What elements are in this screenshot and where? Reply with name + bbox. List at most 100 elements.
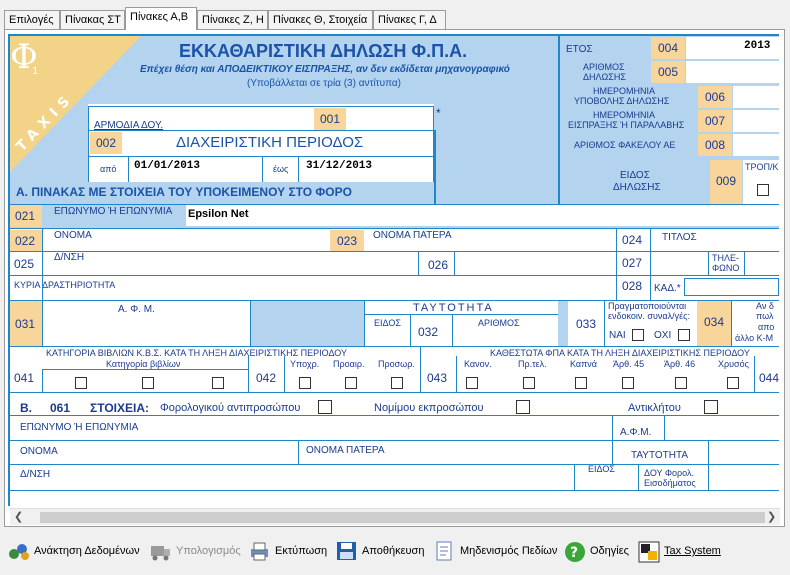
dnsi-label: Δ/ΝΣΗ	[54, 252, 85, 263]
arithmos-input[interactable]	[686, 61, 779, 83]
hm-ypovolis-input[interactable]	[733, 86, 779, 108]
kad-input[interactable]	[684, 278, 779, 296]
forologikou-checkbox[interactable]	[318, 400, 332, 414]
trop-checkbox[interactable]	[757, 184, 769, 196]
antiklitou-checkbox[interactable]	[704, 400, 718, 414]
code-021: 021	[8, 205, 42, 227]
save-button[interactable]: Αποθήκευση	[336, 538, 424, 564]
right-note-3: απο	[758, 322, 775, 332]
b-tautotita-label: ΤΑΥΤΟΤΗΤΑ	[631, 450, 689, 461]
tab-pinakes-g-d[interactable]: Πίνακες Γ, Δ	[373, 10, 446, 30]
section-b-letter: Β.	[20, 401, 32, 415]
prosor-checkbox[interactable]	[391, 377, 403, 389]
print-button[interactable]: Εκτύπωση	[249, 538, 327, 564]
tilefono-label-2: ΦΩΝΟ	[712, 263, 740, 273]
code-024: 024	[622, 233, 643, 247]
print-icon	[249, 541, 269, 561]
code-028: 028	[622, 279, 643, 293]
katigoria-checkbox-1[interactable]	[75, 377, 87, 389]
b-afm-label: Α.Φ.Μ.	[620, 427, 652, 438]
eponymo-input[interactable]	[186, 204, 779, 226]
code-041: 041	[14, 371, 35, 385]
scroll-right-icon[interactable]: ❯	[767, 510, 776, 523]
forologikou-label: Φορολογικού αντιπροσώπου	[160, 402, 301, 414]
onoma-patera-label: ΟΝΟΜΑ ΠΑΤΕΡΑ	[373, 230, 452, 241]
nomimou-label: Νομίμου εκπροσώπου	[374, 402, 484, 414]
proair-checkbox[interactable]	[345, 377, 357, 389]
tab-pinakes-z-h[interactable]: Πίνακες Ζ, Η	[197, 10, 268, 30]
to-value[interactable]: 31/12/2013	[306, 160, 372, 172]
arth46-label: Άρθ. 46	[664, 359, 696, 369]
katigoria-label: Κατηγορία βιβλίων	[106, 359, 181, 369]
retrieve-data-icon	[8, 541, 29, 561]
hm-eispraxis-label-2: ΕΙΣΠΡΑΞΗΣ Ή ΠΑΡΑΛΑΒΗΣ	[568, 120, 685, 130]
tab-pinakes-a-b[interactable]: Πίνακες Α,Β	[125, 7, 197, 30]
eidos-label-2: ΔΗΛΩΣΗΣ	[613, 182, 661, 193]
code-025: 025	[14, 257, 35, 271]
fakelos-input[interactable]	[733, 134, 779, 156]
hm-ypovolis-label-1: ΗΜΕΡΟΜΗΝΙΑ	[593, 86, 656, 96]
tax-system-button[interactable]: Tax System	[638, 538, 721, 564]
tautotita-label: ΤΑΥΤΟΤΗΤΑ	[413, 302, 494, 314]
tilefono-label-1: ΤΗΛΕ-	[712, 253, 740, 263]
arithmos-label-1: ΑΡΙΘΜΟΣ	[583, 62, 625, 72]
tab-pinakes-th-stoixeia[interactable]: Πίνακες Θ, Στοιχεία	[268, 10, 373, 30]
katigoria-checkbox-3[interactable]	[212, 377, 224, 389]
scroll-thumb[interactable]	[40, 512, 765, 523]
sep-bg	[558, 301, 568, 346]
oxi-checkbox[interactable]	[678, 329, 690, 341]
arth45-checkbox[interactable]	[622, 377, 634, 389]
arithmos-label-2: ΔΗΛΩΣΗΣ	[583, 72, 626, 82]
code-009: 009	[710, 160, 742, 204]
code-022: 022	[8, 230, 42, 252]
arth46-checkbox[interactable]	[675, 377, 687, 389]
right-note-1: Αν δ	[756, 301, 774, 311]
hm-eispraxis-input[interactable]	[733, 110, 779, 132]
tax-system-icon	[638, 541, 660, 563]
clear-fields-label: Μηδενισμός Πεδίων	[460, 545, 558, 557]
retrieve-data-button[interactable]: Ανάκτηση Δεδομένων	[8, 538, 140, 564]
hm-eispraxis-label-1: ΗΜΕΡΟΜΗΝΙΑ	[593, 110, 656, 120]
arth45-label: Άρθ. 45	[613, 359, 645, 369]
svg-text:?: ?	[570, 545, 578, 561]
b-eidos-label: ΕΙΔΟΣ	[588, 464, 615, 474]
eidos-tautotitas-label: ΕΙΔΟΣ	[374, 318, 401, 328]
code-026: 026	[428, 258, 449, 272]
hm-ypovolis-label-2: ΥΠΟΒΟΛΗΣ ΔΗΛΩΣΗΣ	[574, 96, 670, 106]
tab-options[interactable]: Επιλογές	[4, 10, 60, 30]
calculate-label: Υπολογισμός	[176, 545, 241, 557]
section-a-title: Α. ΠΙΝΑΚΑΣ ΜΕ ΣΤΟΙΧΕΙΑ ΤΟΥ ΥΠΟΚΕΙΜΕΝΟΥ Σ…	[16, 185, 352, 199]
retrieve-data-label: Ανάκτηση Δεδομένων	[34, 545, 140, 557]
kapna-checkbox[interactable]	[575, 377, 587, 389]
eponymo-value: Epsilon Net	[188, 208, 249, 220]
prtel-checkbox[interactable]	[523, 377, 535, 389]
tab-bar: Επιλογές Πίνακας ΣΤ Πίνακες Α,Β Πίνακες …	[4, 7, 784, 30]
pragm-label-2: ενδοκοιν. συναλ/γές:	[608, 311, 690, 321]
code-004: 004	[651, 37, 685, 59]
nomimou-checkbox[interactable]	[516, 400, 530, 414]
from-value[interactable]: 01/01/2013	[134, 160, 200, 172]
tax-system-label: Tax System	[664, 545, 721, 557]
ypoxr-checkbox[interactable]	[299, 377, 311, 389]
kbs-header: ΚΑΤΗΓΟΡΙΑ ΒΙΒΛΙΩΝ Κ.Β.Σ. ΚΑΤΑ ΤΗ ΛΗΞΗ ΔΙ…	[46, 348, 348, 358]
nai-checkbox[interactable]	[632, 329, 644, 341]
to-label: έως	[273, 164, 289, 174]
code-033: 033	[576, 317, 597, 331]
help-label: Οδηγίες	[590, 545, 629, 557]
kanon-checkbox[interactable]	[466, 377, 478, 389]
arithmos-tautotitas-label: ΑΡΙΘΜΟΣ	[478, 318, 520, 328]
tab-pinakas-st[interactable]: Πίνακας ΣΤ	[60, 10, 125, 30]
katigoria-checkbox-2[interactable]	[142, 377, 154, 389]
calculate-button[interactable]: Υπολογισμός	[150, 538, 241, 564]
scroll-left-icon[interactable]: ❮	[14, 510, 23, 523]
nai-label: ΝΑΙ	[609, 330, 626, 341]
code-007: 007	[698, 110, 732, 132]
right-note-2: πωλ	[756, 311, 774, 321]
code-061: 061	[50, 401, 71, 415]
xrysos-checkbox[interactable]	[727, 377, 739, 389]
fpa-header: ΚΑΘΕΣΤΩΤΑ ΦΠΑ ΚΑΤΑ ΤΗ ΛΗΞΗ ΔΙΑΧΕΙΡΙΣΤΙΚΗ…	[490, 348, 750, 358]
clear-fields-button[interactable]: Μηδενισμός Πεδίων	[434, 538, 557, 564]
prtel-label: Πρ.τελ.	[518, 359, 547, 369]
help-button[interactable]: ? Οδηγίες	[564, 538, 629, 564]
horizontal-scrollbar[interactable]: ❮ ❯	[10, 508, 780, 525]
